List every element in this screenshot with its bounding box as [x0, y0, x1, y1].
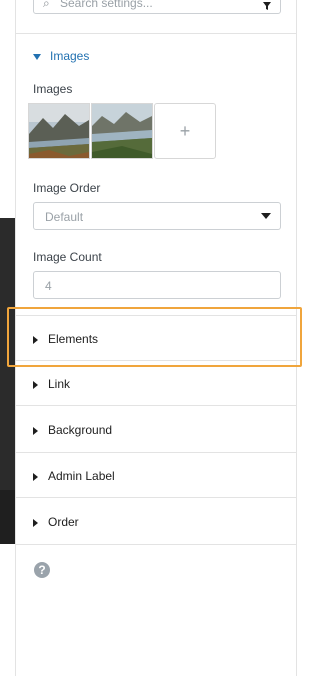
divider [16, 544, 296, 545]
image-count-label: Image Count [33, 250, 102, 264]
section-toggle-admin-label[interactable]: Admin Label [33, 469, 115, 483]
caret-down-icon [33, 53, 41, 60]
add-image-button[interactable]: + [154, 103, 216, 159]
image-thumbnail[interactable] [28, 103, 90, 159]
search-icon: ⌕ [43, 0, 50, 10]
section-toggle-background[interactable]: Background [33, 423, 112, 437]
section-toggle-order[interactable]: Order [33, 515, 79, 529]
caret-right-icon [33, 335, 38, 344]
search-placeholder: Search settings... [60, 0, 153, 10]
image-count-value: 4 [45, 279, 52, 293]
divider [16, 452, 296, 453]
chevron-down-icon [261, 213, 271, 219]
caret-right-icon [33, 426, 38, 435]
filter-icon[interactable] [263, 0, 271, 15]
divider [16, 405, 296, 406]
divider [16, 360, 296, 361]
section-toggle-link[interactable]: Link [33, 377, 70, 391]
settings-panel: ⌕ Search settings... Images Images + Ima… [15, 0, 297, 676]
caret-right-icon [33, 472, 38, 481]
help-icon[interactable]: ? [34, 562, 50, 578]
divider [16, 497, 296, 498]
section-title-admin-label: Admin Label [48, 469, 115, 483]
caret-right-icon [33, 380, 38, 389]
search-input[interactable]: ⌕ Search settings... [33, 0, 281, 14]
section-title-link: Link [48, 377, 71, 391]
image-order-select[interactable]: Default [33, 202, 281, 230]
section-title-images: Images [50, 49, 90, 63]
section-title-background: Background [48, 423, 113, 437]
divider [16, 33, 296, 34]
image-order-label: Image Order [33, 181, 101, 195]
section-toggle-images[interactable]: Images [33, 49, 89, 63]
section-toggle-elements[interactable]: Elements [33, 332, 98, 346]
caret-right-icon [33, 518, 38, 527]
divider [16, 315, 296, 316]
section-title-order: Order [48, 515, 79, 529]
canvas-dark-region [0, 218, 15, 544]
images-field-label: Images [33, 82, 73, 96]
image-thumbnail[interactable] [91, 103, 153, 159]
image-order-value: Default [45, 210, 84, 224]
image-count-input[interactable]: 4 [33, 271, 281, 299]
section-title-elements: Elements [48, 332, 99, 346]
